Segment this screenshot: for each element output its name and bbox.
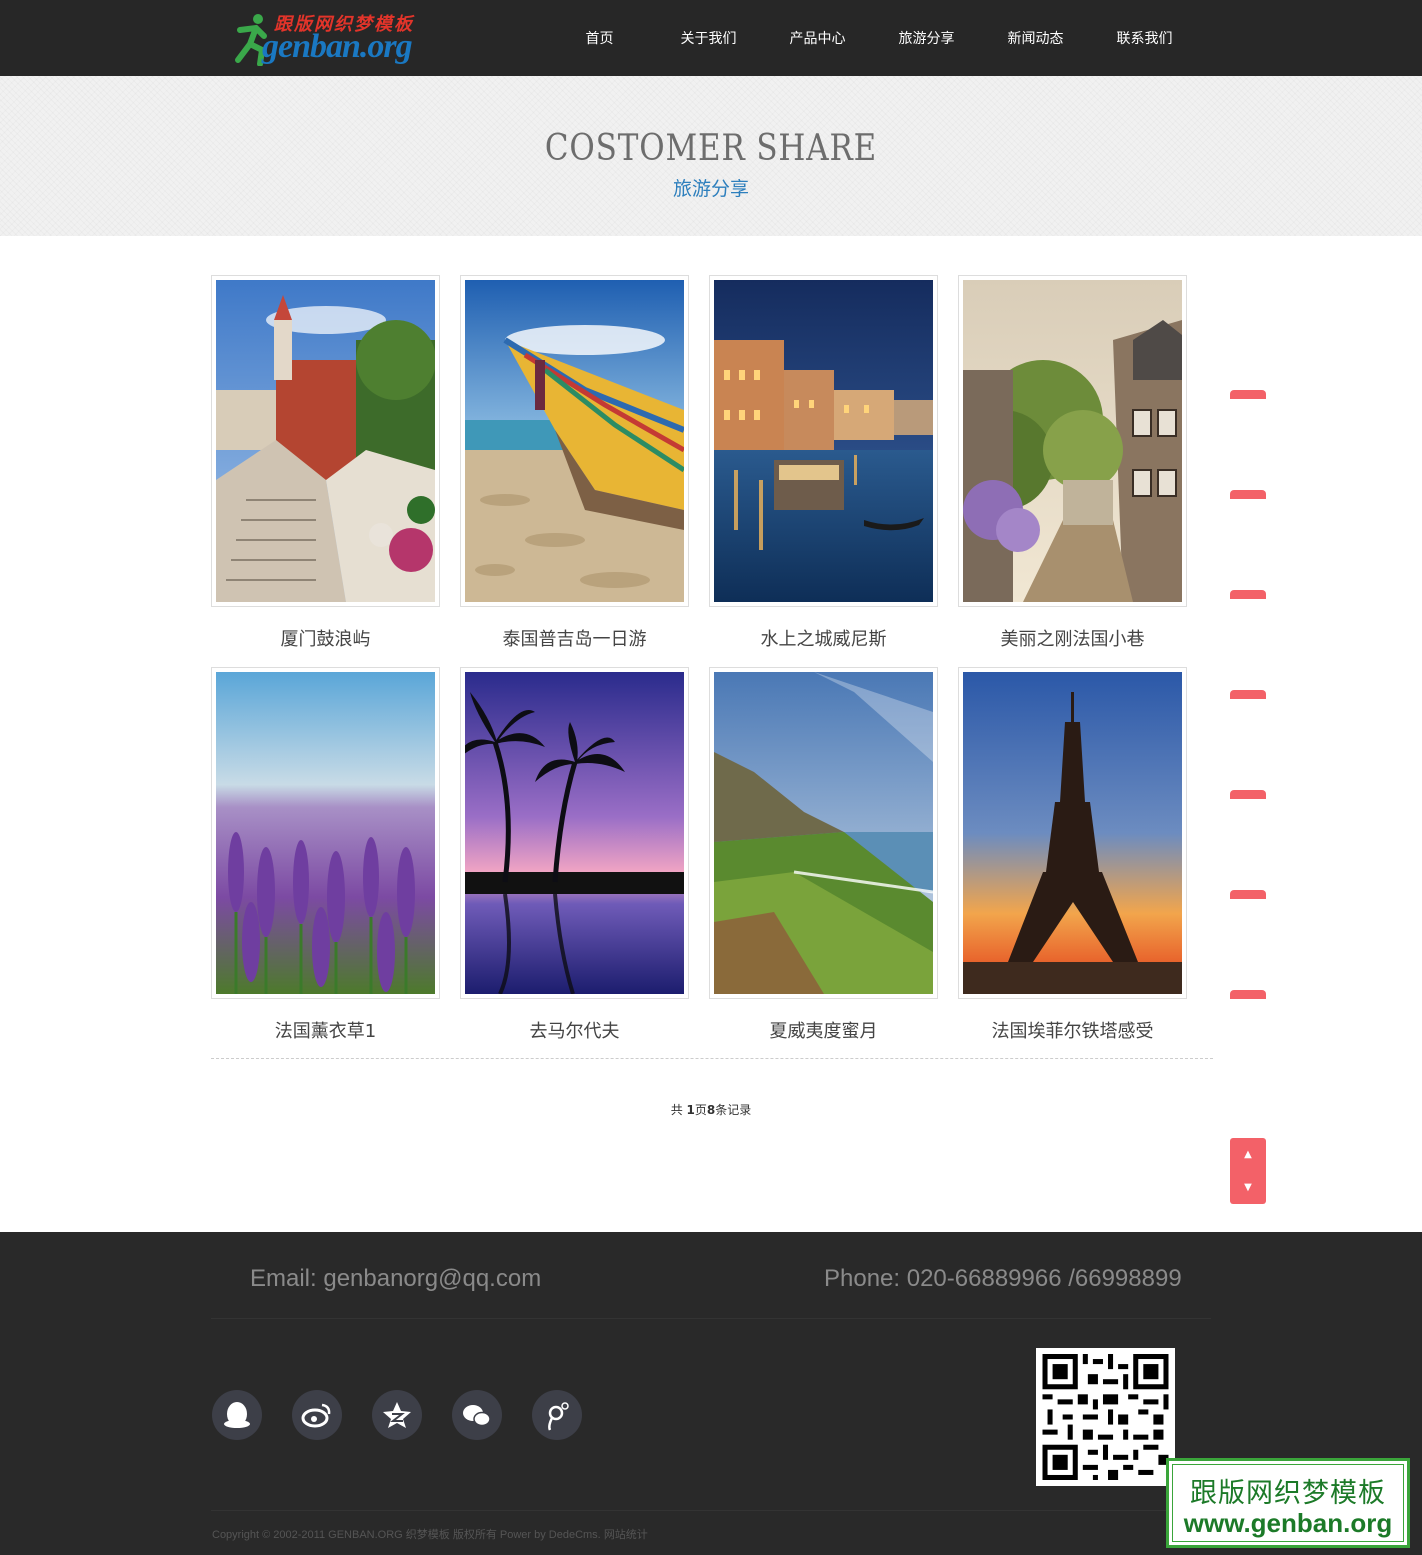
site-logo[interactable]: 跟版网织梦模板 genban.org: [234, 10, 434, 68]
gallery-thumb[interactable]: [455, 667, 689, 999]
gallery-card-title[interactable]: 法国薰衣草1: [211, 1017, 440, 1043]
gallery-card-title[interactable]: 厦门鼓浪屿: [211, 625, 440, 651]
gallery-card-title[interactable]: 泰国普吉岛一日游: [460, 625, 689, 651]
qr-code-icon: [1042, 1354, 1169, 1480]
footer-email[interactable]: Email: genbanorg@qq.com: [250, 1265, 541, 1293]
gallery-thumb[interactable]: [460, 275, 689, 607]
gallery-divider: [211, 1058, 1213, 1059]
footer-phone: Phone: 020-66889966 /66998899: [824, 1265, 1182, 1292]
page-banner: COSTOMER SHARE 旅游分享: [0, 76, 1422, 236]
gallery-card: 美丽之刚法国小巷: [953, 275, 1187, 651]
wechat-icon[interactable]: [452, 1390, 502, 1440]
footer-divider: [211, 1318, 1211, 1319]
qzone-icon[interactable]: [372, 1390, 422, 1440]
pager-prefix: 共: [670, 1103, 687, 1117]
gallery-card: 夏威夷度蜜月: [709, 667, 938, 1043]
gallery-card: 厦门鼓浪屿: [211, 275, 440, 651]
photo-venice-night: [714, 280, 933, 602]
photo-french-alley: [953, 280, 1182, 602]
copyright-label: Copyright © 2002-2011 GENBAN.ORG 织梦模板 版权…: [212, 1529, 601, 1541]
gallery-card: 泰国普吉岛一日游: [460, 275, 689, 651]
nav-travel[interactable]: 旅游分享: [872, 0, 981, 76]
scroll-controls: ▲ ▼: [1230, 1138, 1266, 1204]
gallery-thumb[interactable]: [709, 667, 938, 999]
gallery-card: 去马尔代夫: [455, 667, 689, 1043]
tencent-weibo-icon[interactable]: [532, 1390, 582, 1440]
gallery-card-title[interactable]: 夏威夷度蜜月: [709, 1017, 938, 1043]
scroll-up-icon[interactable]: ▲: [1230, 1138, 1266, 1171]
gallery-card-title[interactable]: 美丽之刚法国小巷: [958, 625, 1187, 651]
nav-home[interactable]: 首页: [545, 0, 654, 76]
side-tab[interactable]: [1230, 890, 1266, 899]
footer-divider-bottom: [211, 1510, 1211, 1511]
gallery-card: 法国埃菲尔铁塔感受: [958, 667, 1187, 1043]
banner-subtitle: 旅游分享: [672, 178, 749, 200]
side-tab[interactable]: [1230, 990, 1266, 999]
qr-code: [1036, 1348, 1175, 1486]
pager-suffix: 条记录: [715, 1103, 752, 1117]
nav-news[interactable]: 新闻动态: [981, 0, 1090, 76]
stats-link[interactable]: 网站统计: [604, 1529, 648, 1541]
gallery-thumb[interactable]: [958, 667, 1187, 999]
gallery-thumb[interactable]: [211, 275, 440, 607]
main-nav: 首页 关于我们 产品中心 旅游分享 新闻动态 联系我们: [545, 0, 1199, 76]
pager-records: 8: [706, 1103, 716, 1117]
watermark-inner: 跟版网织梦模板 www.genban.org: [1172, 1464, 1404, 1542]
watermark-badge: 跟版网织梦模板 www.genban.org: [1166, 1458, 1410, 1548]
gallery-thumb[interactable]: [953, 275, 1187, 607]
gallery-card: 法国薰衣草1: [211, 667, 440, 1043]
photo-palm-sunset: [455, 672, 684, 995]
logo-en-text: genban.org: [262, 28, 413, 65]
photo-coast-cliff: [714, 672, 934, 994]
side-tab[interactable]: [1230, 590, 1266, 599]
pager-pages: 1: [686, 1103, 695, 1117]
pagination-info: 共 1页8条记录: [0, 1101, 1422, 1118]
pager-middle: 页: [694, 1103, 707, 1117]
photo-boat-beach: [465, 280, 686, 602]
weibo-icon[interactable]: [292, 1390, 342, 1440]
gallery-card-title[interactable]: 水上之城威尼斯: [709, 625, 938, 651]
qq-icon[interactable]: [212, 1390, 262, 1440]
banner-title: COSTOMER SHARE: [544, 128, 878, 169]
watermark-cn: 跟版网织梦模板: [1190, 1478, 1386, 1509]
social-links: [212, 1390, 612, 1440]
photo-villa-stairs: [216, 280, 436, 602]
gallery-card-title[interactable]: 法国埃菲尔铁塔感受: [958, 1017, 1187, 1043]
side-tab[interactable]: [1230, 490, 1266, 499]
gallery-card: 水上之城威尼斯: [709, 275, 938, 651]
photo-eiffel: [963, 672, 1182, 994]
nav-contact[interactable]: 联系我们: [1090, 0, 1199, 76]
gallery-card-title[interactable]: 去马尔代夫: [460, 1017, 689, 1043]
site-header: 跟版网织梦模板 genban.org 首页 关于我们 产品中心 旅游分享 新闻动…: [0, 0, 1422, 76]
nav-about[interactable]: 关于我们: [654, 0, 763, 76]
side-tab[interactable]: [1230, 790, 1266, 799]
gallery-thumb[interactable]: [211, 667, 440, 999]
scroll-down-icon[interactable]: ▼: [1230, 1171, 1266, 1204]
gallery-thumb[interactable]: [709, 275, 938, 607]
nav-products[interactable]: 产品中心: [763, 0, 872, 76]
side-tab[interactable]: [1230, 390, 1266, 399]
copyright-text: Copyright © 2002-2011 GENBAN.ORG 织梦模板 版权…: [212, 1526, 648, 1542]
photo-lavender: [216, 672, 435, 994]
watermark-en: www.genban.org: [1183, 1508, 1393, 1538]
side-tab[interactable]: [1230, 690, 1266, 699]
